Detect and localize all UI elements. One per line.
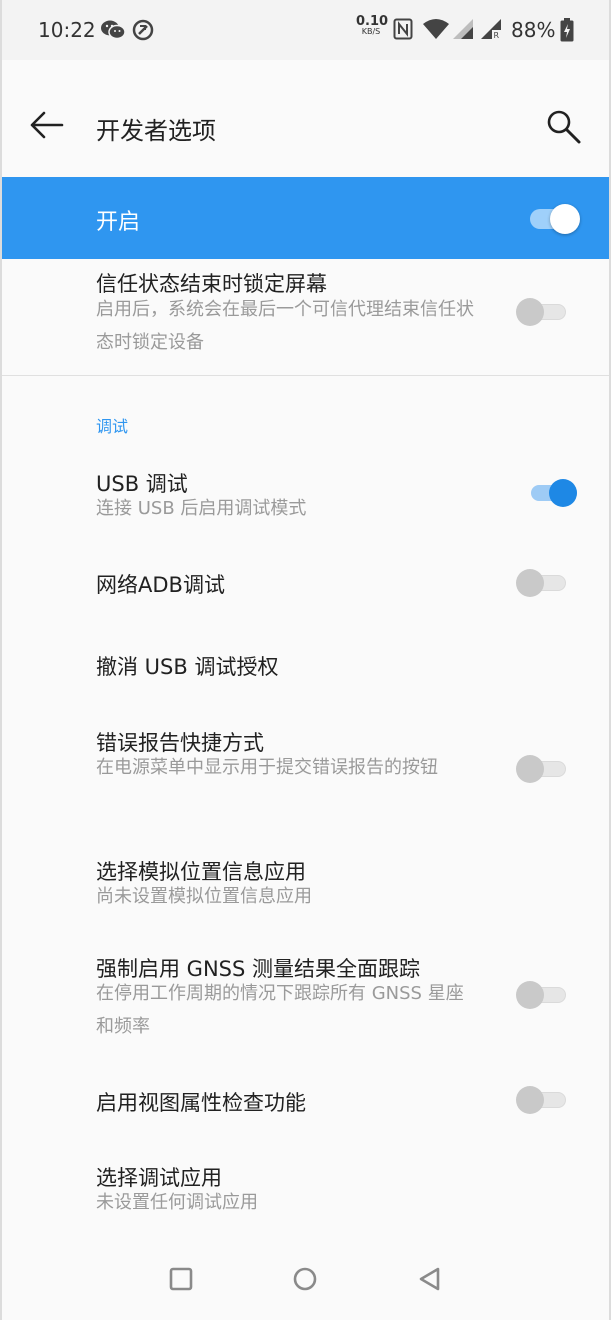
net-speed: 0.10 KB/S [356, 15, 388, 36]
setting-gnss-tracking[interactable]: 强制启用 GNSS 测量结果全面跟踪 在停用工作周期的情况下跟踪所有 GNSS … [0, 941, 611, 1051]
back-arrow-icon[interactable] [28, 110, 66, 140]
setting-usb-debugging[interactable]: USB 调试 连接 USB 后启用调试模式 [0, 455, 611, 535]
divider [0, 375, 611, 376]
screen-left-edge [0, 0, 2, 1320]
setting-title: 启用视图属性检查功能 [96, 1091, 306, 1115]
battery-icon [560, 18, 574, 42]
setting-mock-location-app[interactable]: 选择模拟位置信息应用 尚未设置模拟位置信息应用 [0, 845, 611, 925]
screen: 10:22 0.10 KB/S R 88% 开发者选项 开启 信任状态结束时锁定… [0, 0, 611, 1320]
navigation-bar [0, 1240, 611, 1320]
app-bar: 开发者选项 [0, 60, 611, 177]
setting-subtitle: 尚未设置模拟位置信息应用 [96, 886, 312, 907]
usb-debugging-toggle[interactable] [527, 477, 579, 507]
setting-select-debug-app[interactable]: 选择调试应用 未设置任何调试应用 [0, 1150, 611, 1230]
gnss-toggle[interactable] [516, 979, 568, 1009]
setting-title: 撤消 USB 调试授权 [96, 655, 279, 679]
setting-title: 网络ADB调试 [96, 573, 225, 597]
search-icon[interactable] [544, 107, 584, 147]
nfc-icon [393, 18, 413, 40]
setting-subtitle: 连接 USB 后启用调试模式 [96, 498, 307, 519]
status-bar: 10:22 0.10 KB/S R 88% [0, 0, 611, 60]
master-switch-thumb[interactable] [550, 204, 580, 234]
page-title: 开发者选项 [96, 117, 216, 145]
network-adb-toggle[interactable] [516, 567, 568, 597]
setting-revoke-usb-auth[interactable]: 撤消 USB 调试授权 [0, 625, 611, 705]
svg-text:R: R [494, 31, 500, 40]
setting-bug-report-shortcut[interactable]: 错误报告快捷方式 在电源菜单中显示用于提交错误报告的按钮 [0, 715, 611, 825]
sync-icon [132, 19, 154, 41]
setting-subtitle: 启用后，系统会在最后一个可信代理结束信任状态时锁定设备 [96, 299, 474, 353]
master-switch-row[interactable]: 开启 [0, 177, 611, 259]
net-speed-unit: KB/S [361, 27, 381, 36]
status-time: 10:22 [38, 18, 96, 42]
master-switch-label: 开启 [96, 210, 141, 235]
setting-subtitle: 未设置任何调试应用 [96, 1192, 258, 1213]
home-icon[interactable] [290, 1264, 320, 1294]
wifi-icon [423, 19, 449, 39]
wechat-icon [101, 20, 126, 40]
bug-report-toggle[interactable] [516, 753, 568, 783]
nav-back-icon[interactable] [414, 1264, 444, 1294]
view-attribute-toggle[interactable] [516, 1084, 568, 1114]
signal-icon [453, 19, 473, 39]
section-header-debug: 调试 [96, 417, 129, 436]
battery-level: 88% [511, 18, 556, 42]
recents-icon[interactable] [166, 1264, 196, 1294]
setting-view-attribute-inspection[interactable]: 启用视图属性检查功能 [0, 1064, 611, 1140]
setting-trust-lock[interactable]: 信任状态结束时锁定屏幕 启用后，系统会在最后一个可信代理结束信任状态时锁定设备 [0, 259, 611, 375]
setting-subtitle: 在停用工作周期的情况下跟踪所有 GNSS 星座和频率 [96, 983, 464, 1037]
setting-network-adb[interactable]: 网络ADB调试 [0, 545, 611, 621]
setting-subtitle: 在电源菜单中显示用于提交错误报告的按钮 [96, 757, 438, 778]
signal-roaming-icon: R [481, 19, 501, 40]
trust-lock-toggle[interactable] [516, 296, 568, 326]
